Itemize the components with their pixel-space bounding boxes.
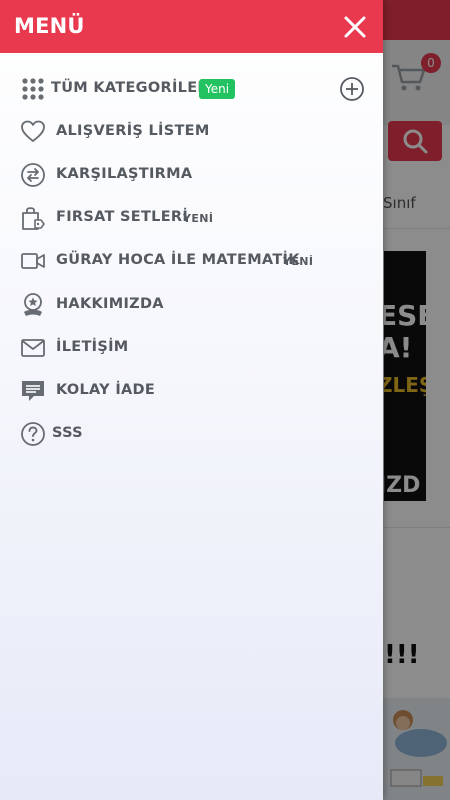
menu-item-label: ALIŞVERİŞ LİSTEM bbox=[56, 123, 210, 139]
envelope-icon bbox=[21, 339, 45, 357]
close-icon[interactable] bbox=[342, 14, 368, 40]
plus-circle-icon[interactable] bbox=[339, 76, 365, 102]
menu-item-math-videos[interactable]: GÜRAY HOCA İLE MATEMATİK YENİ bbox=[0, 240, 383, 280]
new-tag: YENİ bbox=[183, 212, 214, 225]
compare-arrows-icon bbox=[21, 163, 45, 187]
drawer-title: MENÜ bbox=[14, 14, 85, 38]
menu-item-all-categories[interactable]: TÜM KATEGORİLER Yeni bbox=[0, 68, 383, 108]
chat-message-icon bbox=[22, 381, 44, 401]
menu-item-label: SSS bbox=[52, 425, 83, 441]
menu-item-contact[interactable]: İLETİŞİM bbox=[0, 327, 383, 367]
menu-item-label: KOLAY İADE bbox=[56, 382, 156, 398]
menu-item-label: GÜRAY HOCA İLE MATEMATİK bbox=[56, 252, 300, 268]
question-circle-icon bbox=[21, 422, 45, 446]
menu-item-deal-sets[interactable]: FIRSAT SETLERİ YENİ bbox=[0, 197, 383, 237]
menu-item-label: HAKKIMIZDA bbox=[56, 296, 164, 312]
grid-dots-icon bbox=[22, 78, 44, 100]
shopping-bag-tag-icon bbox=[22, 207, 45, 230]
menu-item-about-us[interactable]: HAKKIMIZDA bbox=[0, 284, 383, 324]
new-tag: YENİ bbox=[283, 255, 314, 268]
menu-item-label: FIRSAT SETLERİ bbox=[56, 209, 189, 225]
drawer-header: MENÜ bbox=[0, 0, 383, 53]
side-menu-drawer: MENÜ TÜM KATEGORİLER Yeni ALIŞVERİŞ LİST… bbox=[0, 0, 383, 800]
new-badge: Yeni bbox=[199, 79, 236, 99]
menu-item-label: KARŞILAŞTIRMA bbox=[56, 166, 193, 182]
heart-icon bbox=[21, 120, 45, 142]
menu-item-faq[interactable]: SSS bbox=[0, 413, 383, 453]
award-badge-icon bbox=[24, 293, 42, 316]
menu-item-compare[interactable]: KARŞILAŞTIRMA bbox=[0, 154, 383, 194]
video-camera-icon bbox=[21, 253, 45, 269]
menu-item-label: TÜM KATEGORİLER bbox=[51, 80, 209, 96]
menu-item-shopping-list[interactable]: ALIŞVERİŞ LİSTEM bbox=[0, 111, 383, 151]
menu-item-label: İLETİŞİM bbox=[56, 339, 129, 355]
menu-item-easy-return[interactable]: KOLAY İADE bbox=[0, 370, 383, 410]
